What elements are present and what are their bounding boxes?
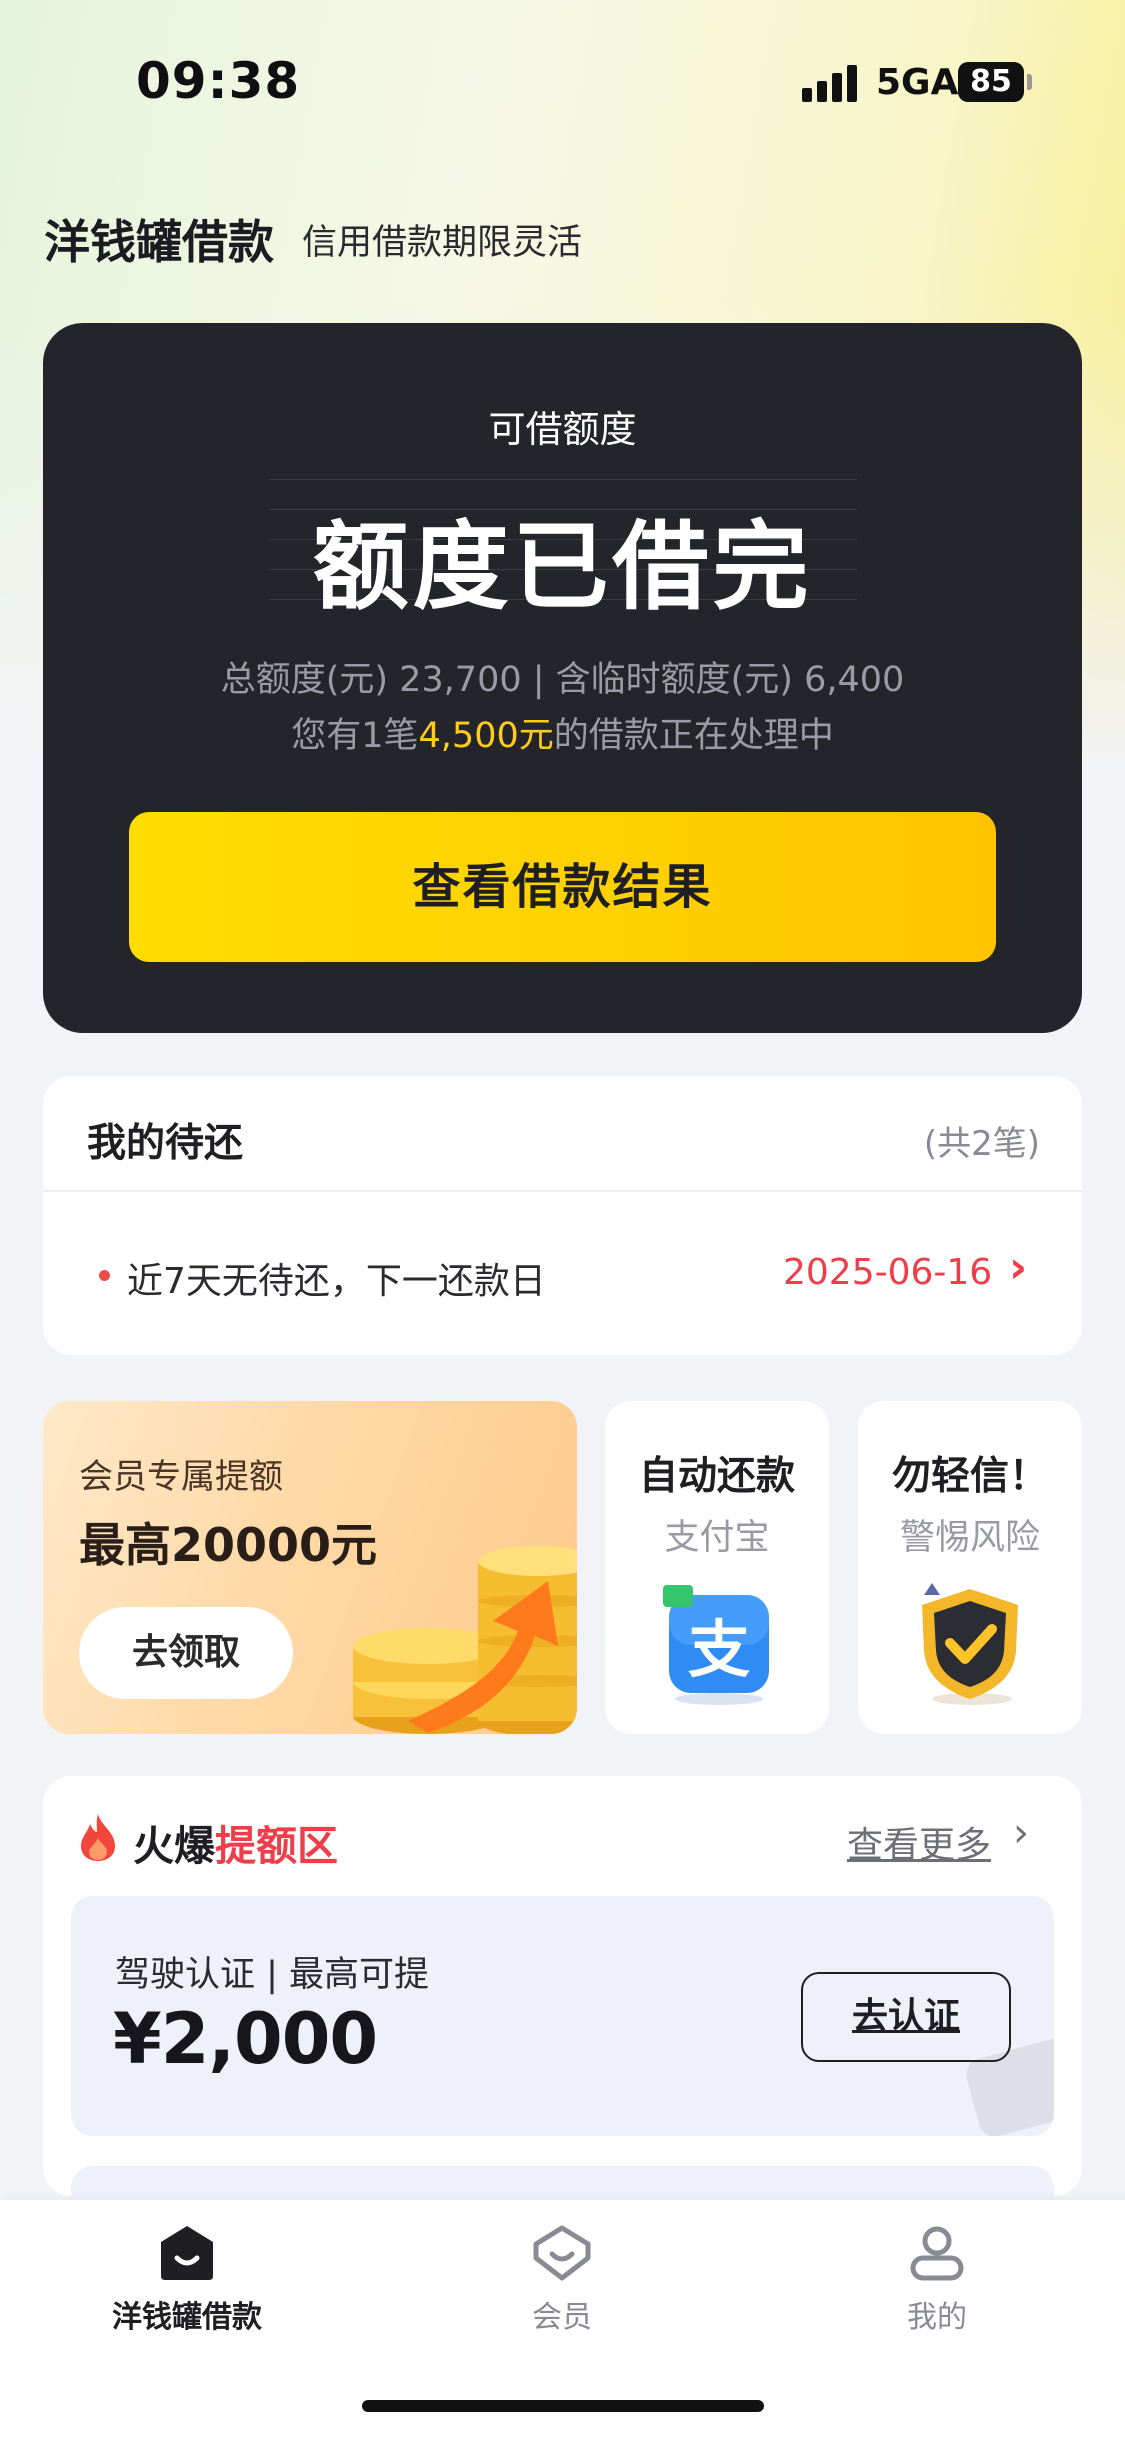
battery-icon: 85 [958, 62, 1024, 102]
next-repayment-date: 2025-06-16 [783, 1252, 993, 1293]
app-title: 洋钱罐借款 [44, 215, 274, 269]
tab-label: 会员 [532, 2300, 592, 2335]
pending-suffix: 的借款正在处理中 [553, 716, 834, 756]
pending-title: 我的待还 [87, 1121, 244, 1166]
coins-arrow-icon [353, 1546, 577, 1734]
pending-loan-line: 您有1笔4,500元的借款正在处理中 [43, 707, 1082, 758]
network-type: 5GA [876, 62, 959, 103]
credit-label: 可借额度 [488, 408, 637, 451]
pending-repayment-card[interactable]: 我的待还 (共2笔) 近7天无待还，下一还款日 2025-06-16 › [43, 1076, 1082, 1355]
chevron-right-icon[interactable]: › [1013, 1810, 1029, 1856]
hot-zone-title: 火爆提额区 [133, 1812, 338, 1872]
tab-label: 我的 [907, 2300, 967, 2335]
credit-total-line: 总额度(元) 23,700 | 含临时额度(元) 6,400 [220, 660, 905, 700]
view-more-link[interactable]: 查看更多 [847, 1816, 991, 1868]
shield-check-icon [922, 1583, 1018, 1705]
alipay-glyph: 支 [688, 1613, 750, 1686]
offer-label: 驾驶认证 | 最高可提 [115, 1955, 430, 1995]
chevron-right-icon[interactable]: › [1009, 1242, 1027, 1293]
hot-boost-section: 火爆提额区 查看更多 › 驾驶认证 | 最高可提 ¥2,000 去认证 [43, 1776, 1082, 2196]
autopay-subtitle: 支付宝 [664, 1518, 770, 1558]
claim-button[interactable]: 去领取 [79, 1607, 293, 1699]
member-icon [533, 2225, 591, 2281]
tab-label: 洋钱罐借款 [112, 2300, 262, 2335]
home-indicator [362, 2400, 764, 2412]
autopay-tile[interactable]: 自动还款 支付宝 支 [605, 1401, 829, 1734]
pending-count: (共2笔) [923, 1124, 1040, 1164]
risk-title: 勿轻信！ [891, 1454, 1048, 1499]
member-boost-tile[interactable]: 会员专属提额 最高20000元 去领取 [43, 1401, 577, 1734]
offer-amount: ¥2,000 [113, 1998, 378, 2080]
alipay-icon: 支 [663, 1585, 769, 1705]
pending-text: 近7天无待还，下一还款日 [127, 1261, 546, 1302]
risk-warning-tile[interactable]: 勿轻信！ 警惕风险 [858, 1401, 1082, 1734]
member-label: 会员专属提额 [79, 1457, 283, 1497]
divider [43, 1190, 1082, 1192]
signal-icon [802, 64, 858, 102]
hot-zone-title-prefix: 火爆 [133, 1822, 215, 1870]
app-subtitle: 信用借款期限灵活 [302, 223, 583, 263]
battery-cap [1027, 74, 1032, 90]
risk-subtitle: 警惕风险 [899, 1518, 1040, 1558]
hot-zone-title-highlight: 提额区 [215, 1822, 338, 1870]
bullet-dot [99, 1270, 110, 1281]
view-loan-result-button[interactable]: 查看借款结果 [129, 812, 996, 962]
autopay-title: 自动还款 [638, 1454, 795, 1499]
tab-home[interactable]: 洋钱罐借款 [57, 2224, 317, 2354]
pending-amount: 4,500元 [418, 716, 554, 756]
status-time: 09:38 [136, 52, 301, 110]
profile-icon [910, 2226, 964, 2281]
home-icon [161, 2226, 213, 2280]
car-watermark-icon [966, 2035, 1054, 2136]
tab-member[interactable]: 会员 [432, 2224, 692, 2354]
flame-icon [81, 1814, 115, 1861]
credit-limit-card: 可借额度 额度已借完 总额度(元) 23,700 | 含临时额度(元) 6,40… [43, 323, 1082, 1033]
tab-profile[interactable]: 我的 [807, 2224, 1067, 2354]
credit-status: 额度已借完 [312, 511, 813, 623]
pending-prefix: 您有1笔 [291, 716, 419, 756]
driver-certification-offer[interactable]: 驾驶认证 | 最高可提 ¥2,000 去认证 [71, 1896, 1054, 2136]
